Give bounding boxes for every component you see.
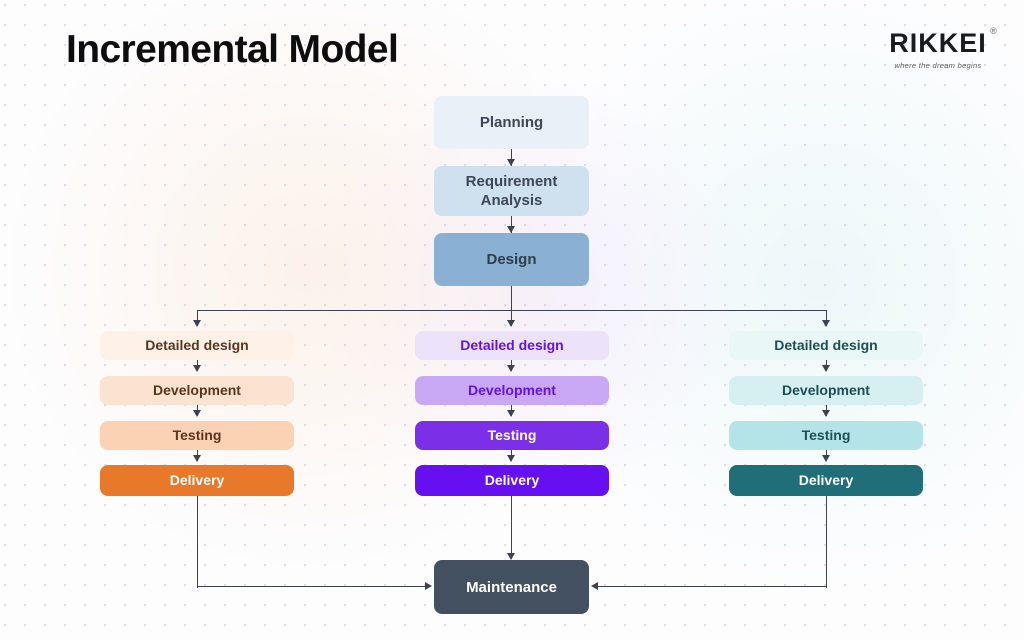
arrow-inc3-to-maintenance: [591, 582, 598, 590]
arrow-inc1-to-maintenance: [425, 582, 432, 590]
arrow-inc1-step2-step3: [193, 410, 201, 417]
arrow-inc2-step3-step4: [507, 455, 515, 462]
node-design[interactable]: Design: [434, 233, 589, 286]
diagram-canvas: Incremental Model RIKKEI ® where the dre…: [0, 0, 1024, 640]
connector-inc1-to-maintenance-horizontal: [197, 586, 427, 588]
arrow-requirement-to-design: [507, 226, 515, 233]
arrow-inc1-step3-step4: [193, 455, 201, 462]
increment-1-step-delivery[interactable]: Delivery: [100, 465, 294, 496]
increment-2-step-detailed-design[interactable]: Detailed design: [415, 331, 609, 360]
arrow-branch-to-increment-3: [822, 320, 830, 327]
increment-1-step-detailed-design[interactable]: Detailed design: [100, 331, 294, 360]
increment-1-step-testing[interactable]: Testing: [100, 421, 294, 450]
arrow-branch-to-increment-2: [507, 320, 515, 327]
arrow-inc2-to-maintenance: [507, 553, 515, 560]
connector-inc3-to-maintenance-horizontal: [596, 586, 827, 588]
arrow-planning-to-requirement: [507, 159, 515, 166]
increment-2-step-delivery[interactable]: Delivery: [415, 465, 609, 496]
node-planning[interactable]: Planning: [434, 96, 589, 149]
increment-3-step-development[interactable]: Development: [729, 376, 923, 405]
logo-tagline: where the dream begins: [894, 61, 982, 70]
arrow-inc2-step2-step3: [507, 410, 515, 417]
node-maintenance[interactable]: Maintenance: [434, 560, 589, 614]
arrow-inc3-step2-step3: [822, 410, 830, 417]
arrow-inc3-step3-step4: [822, 455, 830, 462]
increment-3-step-testing[interactable]: Testing: [729, 421, 923, 450]
arrow-inc1-step1-step2: [193, 365, 201, 372]
connector-inc3-to-maintenance-vertical: [826, 496, 828, 588]
arrow-inc3-step1-step2: [822, 365, 830, 372]
connector-inc2-to-maintenance: [511, 496, 513, 559]
arrow-inc2-step1-step2: [507, 365, 515, 372]
logo-wordmark: RIKKEI ®: [889, 27, 997, 59]
page-title: Incremental Model: [66, 28, 399, 71]
arrow-branch-to-increment-1: [193, 320, 201, 327]
connector-design-to-branch: [511, 286, 513, 311]
rikkei-logo: RIKKEI ® where the dream begins: [882, 27, 997, 71]
increment-1-step-development[interactable]: Development: [100, 376, 294, 405]
increment-3-step-detailed-design[interactable]: Detailed design: [729, 331, 923, 360]
logo-text: RIKKEI: [889, 28, 987, 58]
connector-inc1-to-maintenance-vertical: [197, 496, 199, 588]
increment-2-step-development[interactable]: Development: [415, 376, 609, 405]
increment-3-step-delivery[interactable]: Delivery: [729, 465, 923, 496]
node-requirement-analysis[interactable]: Requirement Analysis: [434, 166, 589, 216]
registered-trademark-icon: ®: [990, 26, 998, 36]
increment-2-step-testing[interactable]: Testing: [415, 421, 609, 450]
